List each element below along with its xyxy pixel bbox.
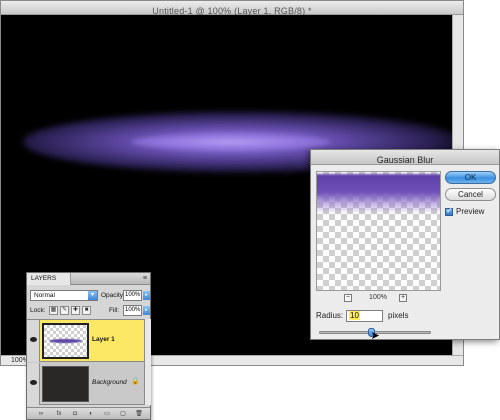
radius-label: Radius: bbox=[316, 311, 344, 320]
fill-label: Fill: bbox=[109, 307, 120, 314]
layer-row-background[interactable]: Background 🔒 bbox=[27, 363, 144, 405]
tab-layers[interactable]: LAYERS bbox=[27, 273, 71, 285]
zoom-out-button[interactable]: − bbox=[344, 294, 352, 302]
preview-purple-blur bbox=[317, 174, 440, 214]
radius-value: 10 bbox=[349, 311, 360, 320]
gaussian-blur-dialog: Gaussian Blur − 100% + OK Cancel ✓ Previ… bbox=[310, 149, 500, 342]
lock-position-icon[interactable]: ✚ bbox=[71, 306, 80, 315]
chevron-down-icon: ▾ bbox=[88, 291, 97, 300]
gaussian-blur-titlebar[interactable]: Gaussian Blur bbox=[311, 150, 499, 165]
lock-label: Lock: bbox=[30, 307, 46, 314]
layer-name: Background bbox=[92, 379, 127, 386]
preview-zoom-value: 100% bbox=[369, 294, 387, 301]
radius-input[interactable]: 10 bbox=[346, 310, 383, 322]
purple-glow-core bbox=[131, 134, 331, 150]
visibility-toggle[interactable] bbox=[27, 363, 40, 405]
fill-input[interactable]: 100% bbox=[123, 305, 142, 316]
layer-thumbnail bbox=[42, 323, 89, 359]
layers-panel-footer: ∞ fx ◘ ◐ ▭ ▢ 🗑 bbox=[27, 407, 150, 419]
screenshot-stage: Untitled-1 @ 100% (Layer 1, RGB/8) * 100… bbox=[0, 0, 500, 420]
cancel-button[interactable]: Cancel bbox=[445, 188, 496, 201]
preview-zoom-controls: − 100% + bbox=[316, 293, 441, 303]
blend-opacity-row: Normal ▾ Opacity: 100% ▸ bbox=[27, 290, 150, 301]
ok-button[interactable]: OK bbox=[445, 171, 496, 184]
zoom-in-button[interactable]: + bbox=[399, 294, 407, 302]
panel-menu-icon[interactable]: ≡ bbox=[143, 275, 147, 283]
group-icon[interactable]: ▭ bbox=[103, 410, 111, 418]
trash-icon[interactable]: 🗑 bbox=[135, 410, 143, 418]
preview-checkbox-label: Preview bbox=[456, 207, 485, 216]
mouse-pointer-icon: ➤ bbox=[370, 330, 380, 342]
visibility-toggle[interactable] bbox=[27, 320, 40, 362]
lock-image-icon[interactable]: ✎ bbox=[60, 306, 69, 315]
radius-row: Radius: 10 pixels bbox=[316, 310, 496, 322]
fx-icon[interactable]: fx bbox=[55, 410, 63, 418]
eye-icon bbox=[30, 337, 37, 342]
layers-panel: LAYERS ≡ Normal ▾ Opacity: 100% ▸ Lock: … bbox=[26, 272, 151, 420]
layer-name: Layer 1 bbox=[92, 336, 115, 343]
layer-row-layer-1[interactable]: Layer 1 bbox=[27, 320, 144, 362]
mask-icon[interactable]: ◘ bbox=[71, 410, 79, 418]
thumbnail-glow bbox=[49, 339, 82, 343]
lock-all-icon[interactable]: ■ bbox=[82, 306, 91, 315]
opacity-label: Opacity: bbox=[101, 292, 125, 299]
layer-thumbnail bbox=[42, 366, 89, 402]
lock-transparency-icon[interactable]: ▦ bbox=[49, 306, 58, 315]
fill-slider-arrow-icon[interactable]: ▸ bbox=[143, 306, 150, 315]
lock-fill-row: Lock: ▦ ✎ ✚ ■ Fill: 100% ▸ bbox=[27, 305, 150, 316]
blend-mode-select[interactable]: Normal ▾ bbox=[30, 290, 98, 301]
radius-unit-label: pixels bbox=[388, 311, 409, 320]
new-layer-icon[interactable]: ▢ bbox=[119, 410, 127, 418]
preview-checkbox[interactable]: ✓ bbox=[445, 206, 453, 216]
adjustment-icon[interactable]: ◐ bbox=[87, 410, 95, 418]
eye-icon bbox=[30, 380, 37, 385]
lock-icon: 🔒 bbox=[131, 378, 140, 385]
blend-mode-value: Normal bbox=[34, 292, 55, 299]
blur-preview-pane[interactable] bbox=[316, 171, 441, 291]
opacity-input[interactable]: 100% bbox=[123, 290, 142, 301]
link-icon[interactable]: ∞ bbox=[37, 410, 45, 418]
layer-list-scrollbar[interactable] bbox=[144, 319, 151, 405]
checkmark-icon: ✓ bbox=[446, 206, 453, 215]
gaussian-blur-title: Gaussian Blur bbox=[376, 155, 434, 165]
document-titlebar[interactable]: Untitled-1 @ 100% (Layer 1, RGB/8) * bbox=[1, 1, 463, 16]
opacity-slider-arrow-icon[interactable]: ▸ bbox=[143, 291, 150, 300]
layer-list: Layer 1 Background 🔒 bbox=[27, 319, 144, 405]
layers-panel-tabbar: LAYERS ≡ bbox=[27, 273, 150, 285]
